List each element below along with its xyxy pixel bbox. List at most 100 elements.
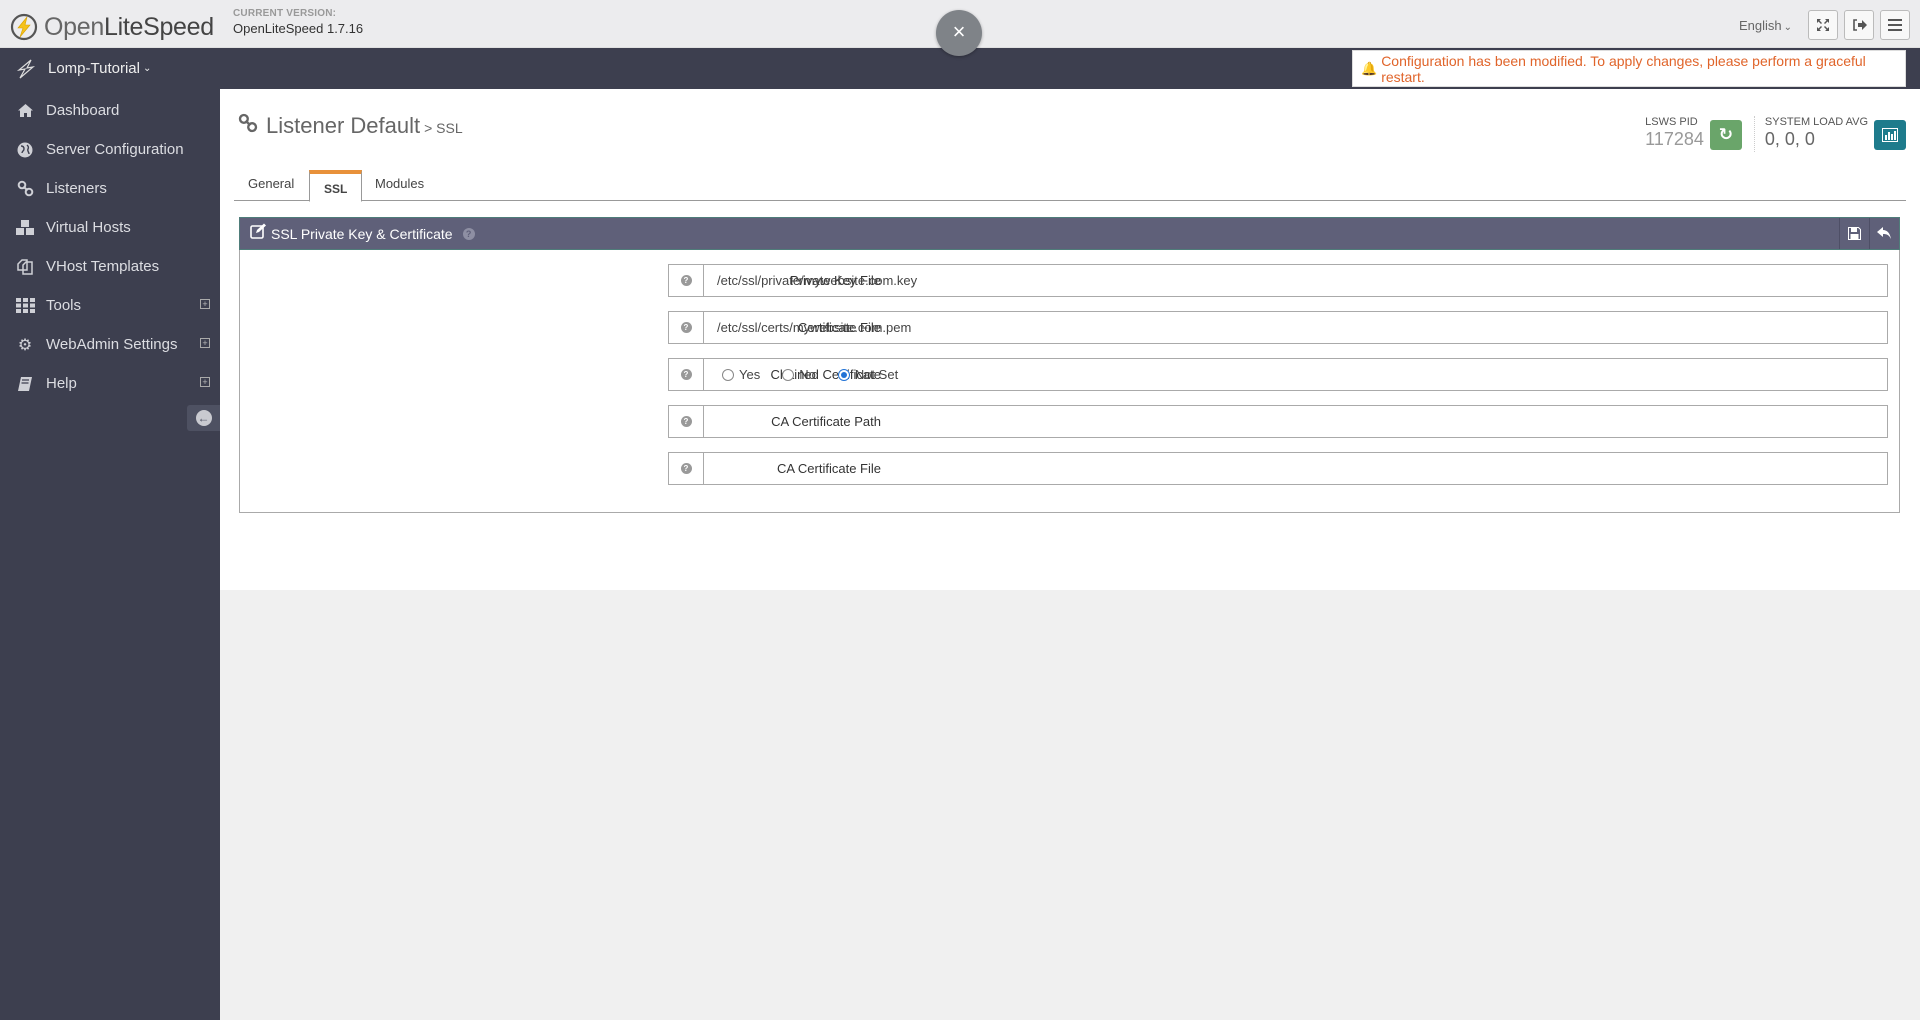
header-actions: English ⌄ xyxy=(1739,10,1910,40)
sidebar: Dashboard Server Configuration Listeners… xyxy=(0,89,220,1020)
question-icon: ? xyxy=(680,463,692,474)
radio-button[interactable] xyxy=(722,368,734,381)
tab-ssl[interactable]: SSL xyxy=(309,170,363,202)
sidebar-item-label: Listeners xyxy=(46,180,107,197)
language-label: English xyxy=(1738,17,1782,33)
radio-not-set[interactable]: Not Set xyxy=(837,367,899,382)
chevron-down-icon: ⌄ xyxy=(1783,21,1792,33)
field-box: ? xyxy=(668,311,1888,344)
field-row-certificate-file: Certificate File ? xyxy=(240,311,1899,345)
panel-title: SSL Private Key & Certificate xyxy=(271,225,453,242)
sidebar-item-tools[interactable]: Tools + xyxy=(0,286,220,325)
expand-plus-icon[interactable]: + xyxy=(200,299,210,309)
load-avg-stat: SYSTEM LOAD AVG 0, 0, 0 xyxy=(1765,116,1906,150)
close-overlay-button[interactable]: × xyxy=(936,10,982,56)
chained-certificate-radio-group: Yes No Not Set xyxy=(704,359,920,390)
restart-alert[interactable]: 🔔 Configuration has been modified. To ap… xyxy=(1352,50,1906,87)
refresh-icon: ↻ xyxy=(1718,125,1734,144)
expand-icon xyxy=(1817,19,1829,31)
openlitespeed-logo[interactable]: OpenLiteSpeed xyxy=(10,13,214,41)
question-icon: ? xyxy=(680,322,692,333)
sidebar-item-label: VHost Templates xyxy=(46,258,160,275)
alert-message: Configuration has been modified. To appl… xyxy=(1381,52,1866,85)
graceful-restart-button[interactable]: ↻ xyxy=(1709,120,1742,150)
version-info: CURRENT VERSION: OpenLiteSpeed 1.7.16 xyxy=(233,8,363,36)
field-help-button[interactable]: ? xyxy=(669,359,704,390)
site-name: Lomp-Tutorial xyxy=(48,60,140,77)
save-button[interactable] xyxy=(1839,218,1869,249)
panel-actions xyxy=(1839,218,1899,249)
site-selector[interactable]: Lomp-Tutorial ⌄ xyxy=(16,48,151,89)
save-icon xyxy=(1848,227,1861,240)
expand-plus-icon[interactable]: + xyxy=(200,377,210,387)
stats-divider xyxy=(1753,116,1755,152)
copy-icon xyxy=(14,258,36,276)
chevron-down-icon: ⌄ xyxy=(142,63,152,74)
help-icon[interactable]: ? xyxy=(462,227,475,240)
cubes-icon xyxy=(14,219,36,237)
ssl-key-cert-panel: SSL Private Key & Certificate ? Private … xyxy=(239,217,1900,513)
lightning-logo-icon xyxy=(10,13,38,41)
arrow-left-circle-icon: ← xyxy=(195,410,212,426)
field-help-button[interactable]: ? xyxy=(669,406,704,437)
sidebar-item-vhost-templates[interactable]: VHost Templates xyxy=(0,247,220,286)
ca-certificate-file-input[interactable] xyxy=(704,453,1887,484)
tab-general[interactable]: General xyxy=(234,170,308,201)
field-row-chained-certificate: Chained Certificate ? Yes No Not Set xyxy=(240,358,1899,392)
panel-header: SSL Private Key & Certificate ? xyxy=(239,217,1900,250)
lightning-outline-icon xyxy=(16,59,36,78)
grid-icon xyxy=(14,298,36,313)
version-label: CURRENT VERSION: xyxy=(233,8,337,19)
sidebar-item-label: Server Configuration xyxy=(46,141,184,158)
sidebar-item-listeners[interactable]: Listeners xyxy=(0,169,220,208)
gear-icon: ⚙ xyxy=(17,336,33,354)
expand-plus-icon[interactable]: + xyxy=(200,338,210,348)
radio-no[interactable]: No xyxy=(782,367,816,382)
book-icon xyxy=(14,376,36,392)
sidebar-item-label: WebAdmin Settings xyxy=(46,336,178,353)
ca-certificate-path-input[interactable] xyxy=(704,406,1887,437)
sidebar-item-virtual-hosts[interactable]: Virtual Hosts xyxy=(0,208,220,247)
sidebar-item-server-configuration[interactable]: Server Configuration xyxy=(0,130,220,169)
real-time-stats-button[interactable] xyxy=(1874,120,1906,150)
question-icon: ? xyxy=(680,369,692,380)
home-icon xyxy=(14,103,36,118)
field-box: ? xyxy=(668,452,1888,485)
page-breadcrumb: > SSL xyxy=(424,120,463,136)
field-help-button[interactable]: ? xyxy=(669,265,704,296)
fullscreen-button[interactable] xyxy=(1808,10,1838,40)
radio-label: Not Set xyxy=(854,367,899,382)
radio-button[interactable] xyxy=(782,368,795,381)
edit-icon xyxy=(250,223,267,244)
field-box: ? Yes No Not Set xyxy=(668,358,1888,391)
undo-button[interactable] xyxy=(1869,218,1899,249)
hamburger-icon xyxy=(1888,19,1902,31)
logo-text-litespeed: LiteSpeed xyxy=(103,13,214,41)
globe-icon xyxy=(14,142,36,158)
question-icon: ? xyxy=(680,416,692,427)
tab-modules[interactable]: Modules xyxy=(361,170,438,201)
logout-button[interactable] xyxy=(1844,10,1874,40)
certificate-file-input[interactable] xyxy=(704,312,1887,343)
load-label: SYSTEM LOAD AVG xyxy=(1764,116,1868,128)
radio-yes[interactable]: Yes xyxy=(722,367,760,382)
collapse-sidebar-button[interactable]: ← xyxy=(187,405,220,431)
field-help-button[interactable]: ? xyxy=(669,312,704,343)
private-key-file-input[interactable] xyxy=(704,265,1887,296)
field-box: ? xyxy=(668,264,1888,297)
sidebar-item-dashboard[interactable]: Dashboard xyxy=(0,91,220,130)
link-icon xyxy=(14,180,36,197)
sidebar-item-webadmin-settings[interactable]: ⚙ WebAdmin Settings + xyxy=(0,325,220,364)
logo-text-open: Open xyxy=(44,13,104,41)
menu-button[interactable] xyxy=(1880,10,1910,40)
field-row-private-key-file: Private Key File ? xyxy=(240,264,1899,298)
sidebar-item-label: Help xyxy=(46,375,77,392)
radio-label: No xyxy=(799,367,816,382)
pid-label: LSWS PID xyxy=(1645,116,1698,128)
radio-button-selected[interactable] xyxy=(837,368,850,381)
sidebar-item-label: Tools xyxy=(46,297,82,314)
language-selector[interactable]: English ⌄ xyxy=(1739,18,1792,33)
field-row-ca-certificate-file: CA Certificate File ? xyxy=(240,452,1899,486)
field-help-button[interactable]: ? xyxy=(669,453,704,484)
sidebar-item-help[interactable]: Help + xyxy=(0,364,220,403)
